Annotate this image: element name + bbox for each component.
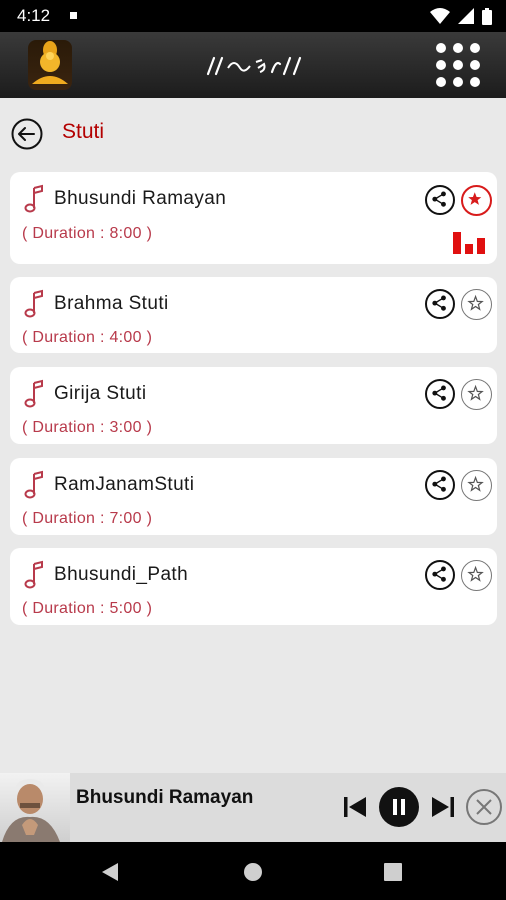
favorite-star-icon[interactable]: [461, 470, 492, 501]
sub-header: Stuti: [0, 98, 506, 168]
song-duration: ( Duration : 7:00 ): [22, 510, 153, 527]
idol-logo-icon[interactable]: [28, 40, 72, 90]
song-title: Brahma Stuti: [54, 293, 169, 314]
page-title: Stuti: [62, 120, 105, 143]
close-icon: [476, 799, 492, 815]
song-card[interactable]: Bhusundi Ramayan ( Duration : 8:00 ): [10, 172, 497, 264]
song-card[interactable]: RamJanamStuti ( Duration : 7:00 ): [10, 458, 497, 535]
mini-player[interactable]: Bhusundi Ramayan: [0, 773, 506, 842]
song-title: Girija Stuti: [54, 383, 147, 404]
status-icons: [430, 7, 492, 25]
song-title: Bhusundi Ramayan: [54, 188, 227, 209]
nav-recents-icon[interactable]: [384, 863, 402, 881]
close-player-button[interactable]: [466, 789, 502, 825]
grid-menu-icon[interactable]: [436, 43, 480, 87]
song-card[interactable]: Brahma Stuti ( Duration : 4:00 ): [10, 277, 497, 353]
pause-button[interactable]: [379, 787, 419, 827]
song-duration: ( Duration : 4:00 ): [22, 329, 153, 346]
favorite-star-icon[interactable]: [461, 560, 492, 591]
status-time: 4:12: [17, 6, 51, 25]
music-note-icon: [24, 379, 43, 408]
nav-home-icon[interactable]: [243, 862, 263, 882]
system-nav-bar: [0, 842, 506, 900]
music-note-icon: [24, 184, 43, 213]
app-bar: [0, 32, 506, 98]
share-icon[interactable]: [425, 289, 455, 319]
music-note-icon: [24, 289, 43, 318]
song-title: Bhusundi_Path: [54, 564, 189, 585]
previous-track-icon[interactable]: [342, 787, 368, 827]
song-card[interactable]: Girija Stuti ( Duration : 3:00 ): [10, 367, 497, 444]
next-track-icon[interactable]: [430, 787, 456, 827]
share-icon[interactable]: [425, 470, 455, 500]
now-playing-equalizer-icon: [453, 232, 485, 254]
notification-icon: [70, 12, 77, 19]
favorite-star-icon[interactable]: [461, 185, 492, 216]
song-card[interactable]: Bhusundi_Path ( Duration : 5:00 ): [10, 548, 497, 625]
favorite-star-icon[interactable]: [461, 379, 492, 410]
song-title: RamJanamStuti: [54, 474, 195, 495]
share-icon[interactable]: [425, 379, 455, 409]
signal-icon: [458, 8, 474, 24]
pause-icon: [393, 799, 405, 815]
nav-back-icon[interactable]: [100, 861, 120, 883]
song-duration: ( Duration : 3:00 ): [22, 419, 153, 436]
wifi-icon: [430, 8, 450, 24]
share-icon[interactable]: [425, 560, 455, 590]
battery-icon: [482, 7, 492, 25]
favorite-star-icon[interactable]: [461, 289, 492, 320]
song-duration: ( Duration : 8:00 ): [22, 225, 153, 242]
app-title-logo: [206, 56, 302, 76]
share-icon[interactable]: [425, 185, 455, 215]
music-note-icon: [24, 470, 43, 499]
player-track-title: Bhusundi Ramayan: [76, 787, 254, 808]
back-arrow-icon[interactable]: [11, 118, 43, 150]
song-duration: ( Duration : 5:00 ): [22, 600, 153, 617]
status-bar: 4:12: [0, 0, 506, 32]
music-note-icon: [24, 560, 43, 589]
artist-thumbnail: [0, 773, 70, 842]
